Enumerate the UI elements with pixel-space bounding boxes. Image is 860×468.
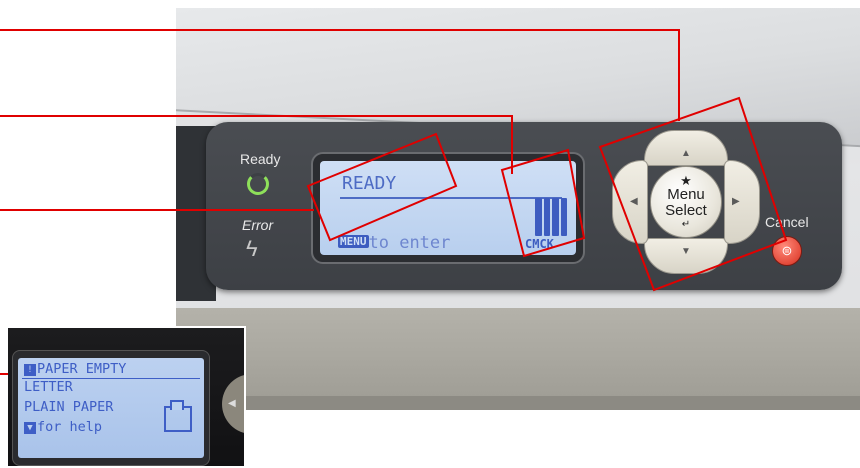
callout-box-dpad xyxy=(598,96,788,292)
callout-overlay xyxy=(0,29,788,375)
callout-box-ink xyxy=(500,148,586,258)
callout-line-ink xyxy=(0,115,513,174)
callout-box-status xyxy=(306,132,458,242)
callout-line-dpad xyxy=(0,29,680,121)
